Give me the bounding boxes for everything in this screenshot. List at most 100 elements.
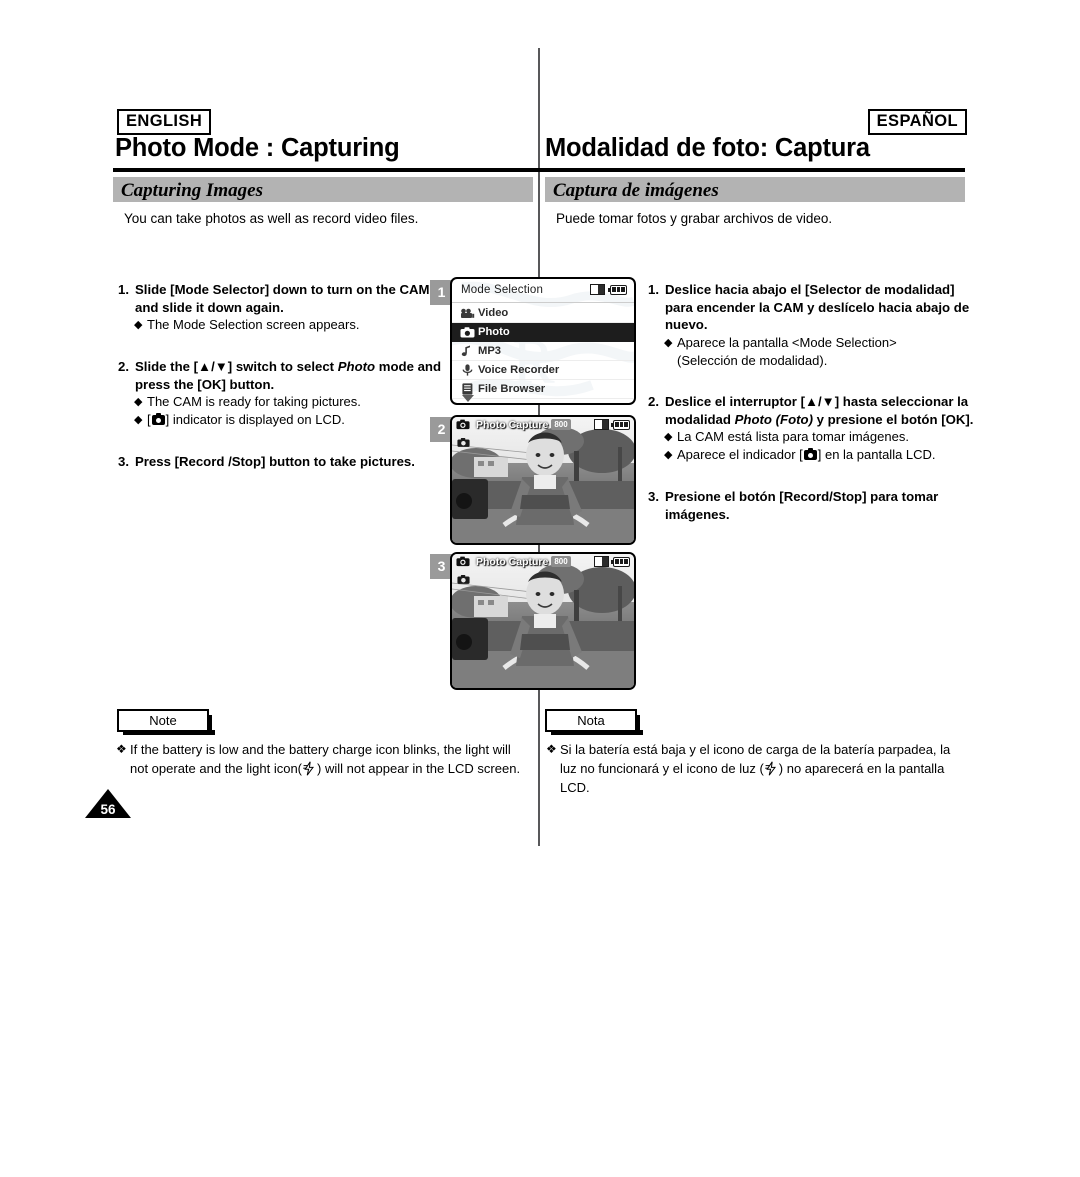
diamond-bullet-icon: ◆: [664, 449, 673, 462]
step-text-plain: Slide the [▲/▼] switch to select: [135, 359, 338, 375]
osd-label: Photo Capture: [476, 418, 549, 431]
section-title-spanish: Captura de imágenes: [553, 180, 719, 201]
diamond-bullet-icon: ◆: [664, 431, 673, 444]
step-bullet-text: The Mode Selection screen appears.: [147, 317, 360, 333]
menu-item-photo[interactable]: Photo: [452, 323, 634, 342]
note-text: Si la batería está baja y el icono de ca…: [560, 740, 961, 797]
bracket-open: Aparece el indicador [: [677, 447, 803, 463]
step-item-3-spanish: 3. Presione el botón [Record/Stop] para …: [648, 488, 980, 523]
note-text: If the battery is low and the battery ch…: [130, 740, 531, 778]
divider: [452, 302, 634, 303]
menu-item-voice-recorder[interactable]: Voice Recorder: [452, 361, 634, 380]
step-number: 2.: [118, 359, 129, 375]
bracket-open: [: [147, 412, 151, 428]
note-bullet-icon: ❖: [546, 742, 557, 756]
video-camera-icon: [460, 308, 475, 319]
page-title-spanish: Modalidad de foto: Captura: [545, 134, 870, 162]
lcd-screen-photo-capture-2: Photo Capture 800: [450, 415, 636, 545]
intro-text-spanish: Puede tomar fotos y grabar archivos de v…: [556, 211, 833, 226]
lcd-status-icons: [594, 419, 630, 430]
language-tag-english: ENGLISH: [117, 109, 212, 135]
step-number: 1.: [118, 282, 129, 297]
diamond-bullet-icon: ◆: [134, 319, 143, 332]
camera-icon: [803, 447, 817, 461]
lcd-screen-photo-capture-3: Photo Capture 800: [450, 552, 636, 690]
note-text-post: ) will not appear in the LCD screen.: [317, 761, 521, 776]
menu-item-video[interactable]: Video: [452, 304, 634, 323]
step-bullet: ◆ La CAM está lista para tomar imágenes.: [664, 428, 980, 446]
step-text: Slide the [▲/▼] switch to select Photo m…: [135, 358, 450, 393]
menu-item-label: Photo: [478, 326, 510, 338]
step-item-3-english: 3. Press [Record /Stop] button to take p…: [118, 453, 450, 471]
diamond-bullet-icon: ◆: [664, 336, 673, 349]
step-bullet-text: Aparece la pantalla <Mode Selection>: [677, 334, 897, 350]
step-number: 2.: [648, 394, 659, 410]
step-bullet: ◆ The Mode Selection screen appears.: [134, 316, 450, 334]
mode-menu-list: Video Photo MP3 Voice Recorder File Brow…: [452, 304, 634, 399]
title-rule: [113, 168, 965, 172]
camera-mode-icon: [455, 419, 470, 430]
battery-icon: [611, 419, 630, 430]
file-icon: [460, 383, 475, 395]
step-text-emphasis: Photo (Foto): [734, 411, 813, 427]
viewfinder-scene: [452, 417, 634, 543]
step-bullet: ◆ The CAM is ready for taking pictures.: [134, 393, 450, 411]
step-item-2-english: 2. Slide the [▲/▼] switch to select Phot…: [118, 358, 450, 429]
note-bullet-icon: ❖: [116, 742, 127, 756]
step-bullet-text: La CAM está lista para tomar imágenes.: [677, 429, 909, 445]
menu-item-label: MP3: [478, 345, 502, 357]
page-number-value: 56: [100, 802, 116, 817]
intro-text-english: You can take photos as well as record vi…: [124, 211, 419, 226]
camera-icon: [151, 412, 165, 426]
lcd-status-icons: [594, 556, 630, 567]
diamond-bullet-icon: ◆: [134, 414, 143, 427]
section-title-english: Capturing Images: [121, 180, 264, 201]
note-body-spanish: ❖ Si la batería está baja y el icono de …: [546, 740, 961, 797]
osd-label: Photo Capture: [476, 555, 549, 568]
page-title-english: Photo Mode : Capturing: [115, 134, 400, 162]
step-bullet: ◆ Aparece la pantalla <Mode Selection>: [664, 334, 980, 352]
step-bullet-text: Aparece el indicador [ ] en la pantalla L…: [677, 446, 980, 464]
lcd-osd-bar: Photo Capture 800: [452, 417, 634, 432]
section-bar-english: Capturing Images: [113, 177, 533, 202]
note-label-english: Note: [117, 709, 215, 735]
steps-list-spanish: 1. Deslice hacia abajo el [Selector de m…: [648, 281, 980, 537]
note-label-spanish: Nota: [545, 709, 643, 735]
battery-icon: [611, 556, 630, 567]
step-text: Deslice el interruptor [▲/▼] hasta selec…: [665, 393, 980, 428]
bullet-text-tail: ] indicator is displayed on LCD.: [165, 412, 345, 428]
music-note-icon: [460, 345, 475, 357]
menu-item-label: Video: [478, 307, 509, 319]
page-number: 56: [85, 789, 131, 818]
step-text: Slide [Mode Selector] down to turn on th…: [135, 282, 430, 315]
microphone-icon: [460, 364, 475, 376]
step-bullet: ◆ [ ] indicator is displayed on LCD.: [134, 411, 450, 429]
chevron-down-icon[interactable]: [462, 395, 474, 402]
step-number: 3.: [118, 454, 129, 470]
language-tag-spanish: ESPAÑOL: [867, 109, 967, 135]
step-bullet-text: The CAM is ready for taking pictures.: [147, 394, 361, 410]
flash-light-icon: [764, 761, 778, 776]
bullet-text-tail: ] en la pantalla LCD.: [817, 447, 936, 463]
step-text: Press [Record /Stop] button to take pict…: [135, 454, 415, 470]
lcd-screen-mode-selection: R Mode Selection Video Photo MP3 Voice R…: [450, 277, 636, 405]
menu-item-mp3[interactable]: MP3: [452, 342, 634, 361]
step-bullet-continuation: (Selección de modalidad).: [677, 352, 828, 368]
step-item-2-spanish: 2. Deslice el interruptor [▲/▼] hasta se…: [648, 393, 980, 464]
note-body-english: ❖ If the battery is low and the battery …: [116, 740, 531, 778]
lcd-title: Mode Selection: [461, 284, 544, 296]
menu-item-label: Voice Recorder: [478, 364, 560, 376]
manual-page: ENGLISH ESPAÑOL Photo Mode : Capturing M…: [0, 0, 1080, 1177]
step-text-emphasis: Photo: [337, 359, 376, 375]
step-text: Presione el botón [Record/Stop] para tom…: [665, 489, 939, 523]
step-number: 1.: [648, 282, 659, 297]
lcd-osd-bar: Photo Capture 800: [452, 554, 634, 569]
lcd-status-icons: [590, 284, 627, 295]
menu-item-file-browser[interactable]: File Browser: [452, 380, 634, 399]
section-bar-spanish: Captura de imágenes: [545, 177, 965, 202]
step-bullet-text: [ ] indicator is displayed on LCD.: [147, 411, 450, 429]
